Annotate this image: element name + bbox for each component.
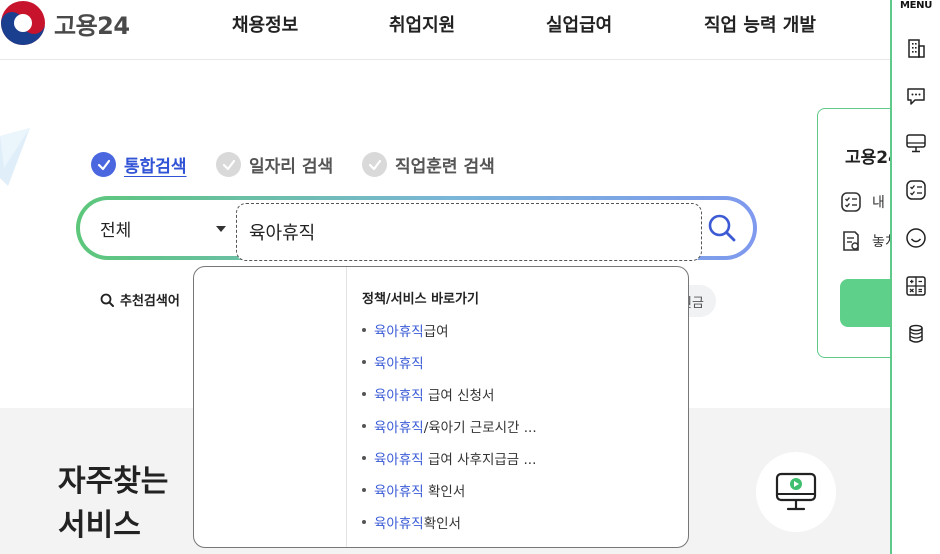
calculator-icon[interactable]: [904, 274, 928, 298]
suggestion-item[interactable]: 육아휴직 확인서: [360, 506, 537, 538]
database-icon[interactable]: [904, 322, 928, 346]
nav-item-unemployment-benefit[interactable]: 실업급여: [546, 11, 612, 37]
logo[interactable]: 고용24: [0, 0, 130, 46]
suggestion-match: 육아휴직: [374, 420, 424, 436]
search-scope-select[interactable]: 전체: [100, 200, 131, 256]
suggestion-match: 육아휴직: [374, 452, 424, 468]
video-monitor-icon: [775, 472, 817, 511]
tab-job-search[interactable]: 일자리 검색: [216, 152, 333, 177]
nav-item-jobs[interactable]: 채용정보: [232, 11, 298, 37]
nav-item-vocational-training[interactable]: 직업 능력 개발: [704, 11, 816, 37]
check-circle-icon: [362, 152, 387, 177]
check-circle-icon: [91, 152, 116, 177]
suggestion-match: 육아휴직: [374, 516, 424, 532]
tab-label: 일자리 검색: [249, 157, 334, 177]
section-title-line: 자주찾는: [58, 464, 169, 499]
side-card-row[interactable]: 내: [840, 191, 885, 213]
suggestion-list: 육아휴직 급여 육아휴직 육아휴직 급여 신청서 육아휴직/육아기 근로시간 ..…: [360, 314, 537, 538]
tab-integrated-search[interactable]: 통합검색: [91, 152, 187, 177]
smile-icon[interactable]: [904, 226, 928, 250]
monitor-icon[interactable]: [904, 131, 928, 155]
recommended-keywords: 추천검색어: [100, 290, 180, 309]
search-input[interactable]: [236, 203, 702, 261]
paper-plane-icon: [0, 128, 30, 186]
section-title-line: 서비스: [58, 508, 141, 543]
recommended-label: 추천검색어: [120, 294, 180, 309]
suggestion-match: 육아휴직: [374, 324, 424, 340]
tab-label: 통합검색: [124, 157, 187, 177]
autocomplete-dropdown: 정책/서비스 바로가기 육아휴직 급여 육아휴직 육아휴직 급여 신청서 육아휴직…: [193, 266, 689, 548]
suggestion-item[interactable]: 육아휴직: [360, 346, 537, 378]
search-button[interactable]: [704, 210, 740, 246]
check-circle-icon: [216, 152, 241, 177]
suggestion-item[interactable]: 육아휴직/육아기 근로시간 ...: [360, 410, 537, 442]
suggestion-rest: 급여: [423, 324, 449, 340]
search-bar: 전체: [76, 196, 757, 261]
suggestion-match: 육아휴직: [374, 356, 424, 372]
search-icon: [100, 293, 114, 307]
menu-button[interactable]: MENU: [892, 0, 940, 11]
caret-down-icon[interactable]: [216, 226, 226, 232]
logo-text: 고용24: [54, 11, 130, 40]
side-card-row-label: 내: [872, 195, 885, 211]
suggestion-item[interactable]: 육아휴직 급여: [360, 314, 537, 346]
document-check-icon: [843, 231, 859, 251]
building-icon[interactable]: [904, 36, 928, 60]
suggestion-match: 육아휴직: [374, 388, 424, 404]
suggestion-match: 육아휴직: [374, 484, 424, 500]
checklist-icon: [841, 192, 861, 212]
checklist-icon[interactable]: [904, 178, 928, 202]
tab-training-search[interactable]: 직업훈련 검색: [362, 152, 495, 177]
dropdown-divider: [346, 267, 347, 547]
suggestion-item[interactable]: 육아휴직 급여 사후지급금 ...: [360, 442, 537, 474]
section-title: 자주찾는 서비스: [58, 460, 168, 548]
quick-menu-rail: MENU: [890, 0, 940, 554]
tab-label: 직업훈련 검색: [395, 157, 495, 177]
chat-bubble-icon[interactable]: [904, 84, 928, 108]
suggestion-item[interactable]: 육아휴직 확인서: [360, 474, 537, 506]
taegeuk-logo-icon: [1, 1, 45, 45]
search-scope-value: 전체: [100, 220, 132, 241]
search-icon: [708, 214, 736, 242]
nav-item-employment-support[interactable]: 취업지원: [389, 11, 455, 37]
suggestion-rest: 급여 신청서: [423, 388, 495, 404]
video-service-button[interactable]: [756, 452, 836, 532]
suggestion-rest: 확인서: [423, 484, 466, 500]
suggestion-rest: 확인서: [423, 516, 461, 532]
suggestion-rest: 급여 사후지급금 ...: [423, 452, 537, 468]
suggestion-rest: /육아기 근로시간 ...: [423, 420, 537, 436]
site-header: 고용24 채용정보 취업지원 실업급여 직업 능력 개발: [0, 0, 890, 60]
suggestion-item[interactable]: 육아휴직 급여 신청서: [360, 378, 537, 410]
dropdown-section-title: 정책/서비스 바로가기: [362, 292, 479, 307]
